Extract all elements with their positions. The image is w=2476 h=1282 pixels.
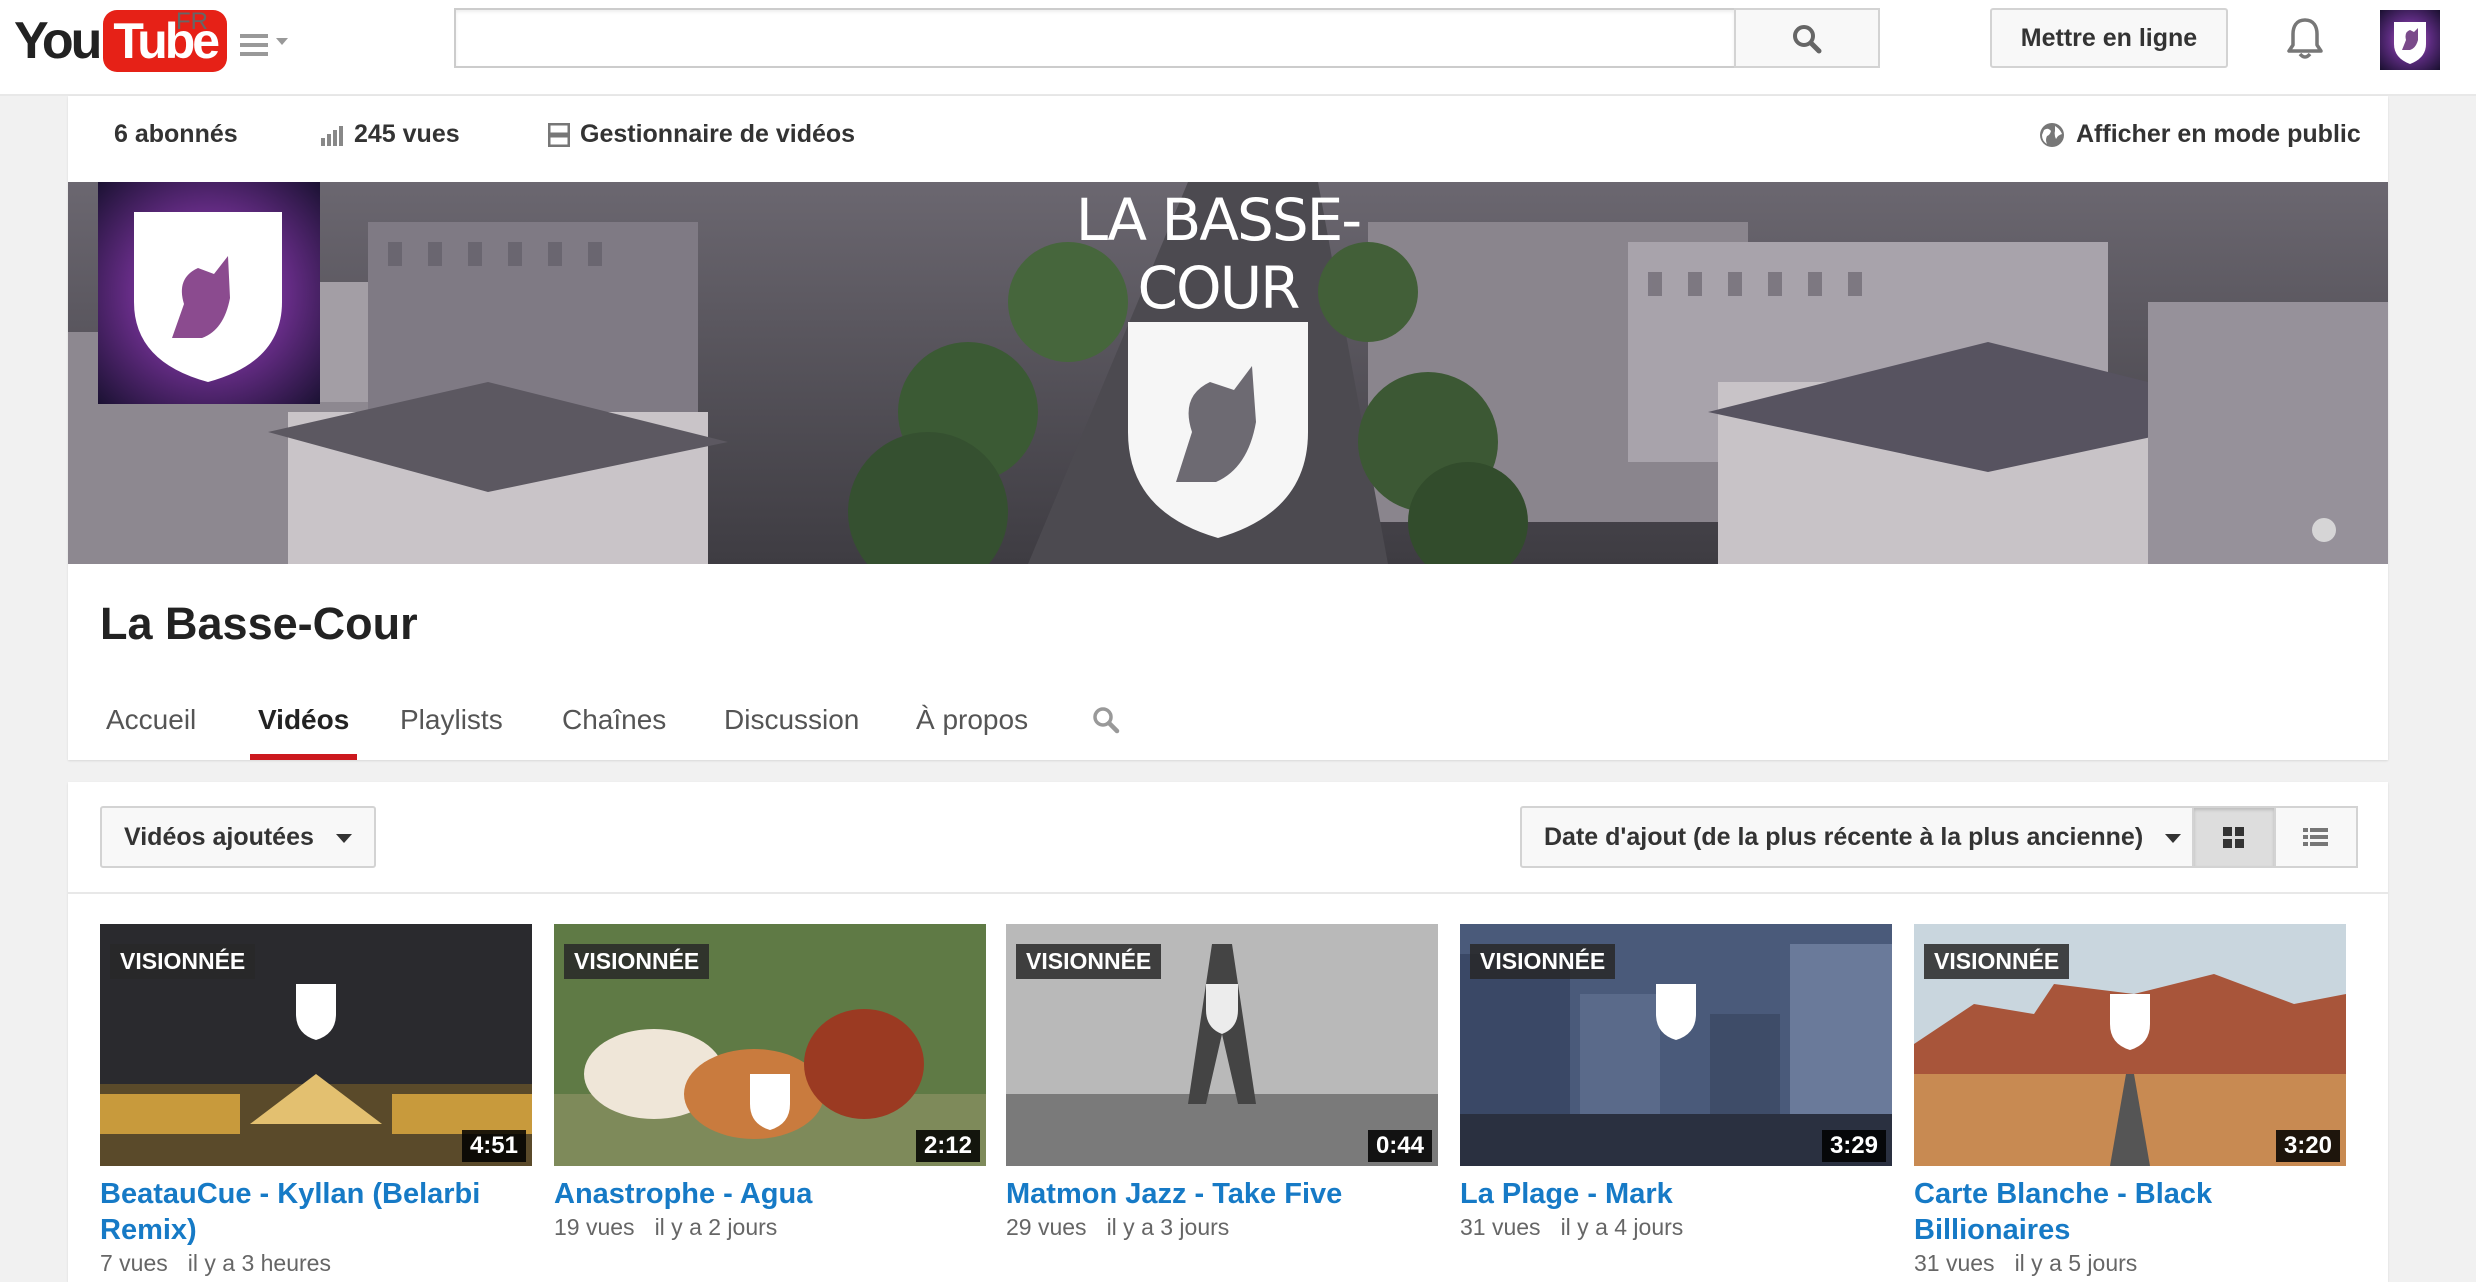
sort-label: Date d'ajout (de la plus récente à la pl… — [1544, 823, 2144, 851]
watched-badge: VISIONNÉE — [110, 944, 256, 979]
tab-channels[interactable]: Chaînes — [562, 704, 666, 760]
search-input[interactable] — [454, 8, 1734, 68]
video-thumbnail[interactable]: VISIONNÉE 0:44 — [1006, 924, 1438, 1166]
video-card[interactable]: VISIONNÉE 3:20 Carte Blanche - Black Bil… — [1914, 924, 2346, 1277]
video-thumbnail[interactable]: VISIONNÉE 2:12 — [554, 924, 986, 1166]
section-divider — [68, 892, 2388, 894]
watched-badge: VISIONNÉE — [564, 944, 710, 979]
channel-header: 6 abonnés 245 vues Gestionnaire de vidéo… — [68, 96, 2388, 760]
public-view-label: Afficher en mode public — [2076, 120, 2361, 148]
masthead: You Tube FR Mettre en ligne — [0, 0, 2476, 96]
chevron-down-icon — [2165, 833, 2182, 843]
watched-badge: VISIONNÉE — [1470, 944, 1616, 979]
video-meta: 29 vues il y a 3 jours — [1006, 1214, 1438, 1241]
video-duration: 3:29 — [1821, 1130, 1886, 1162]
menu-icon-bar — [240, 52, 268, 56]
list-icon — [2303, 828, 2328, 846]
video-manager-label: Gestionnaire de vidéos — [580, 120, 856, 148]
bar-chart-icon — [321, 126, 343, 147]
region-code: FR — [176, 8, 208, 35]
menu-icon — [240, 34, 268, 38]
rooster-avatar-icon — [2380, 10, 2440, 70]
sort-dropdown[interactable]: Date d'ajout (de la plus récente à la pl… — [1520, 806, 2206, 868]
video-meta: 19 vues il y a 2 jours — [554, 1214, 986, 1241]
video-duration: 3:20 — [2275, 1130, 2340, 1162]
video-views: 19 vues — [554, 1214, 635, 1240]
grid-icon — [2223, 827, 2244, 848]
tab-videos[interactable]: Vidéos — [250, 704, 358, 760]
video-age: il y a 3 jours — [1106, 1214, 1230, 1240]
search-icon — [1793, 25, 1822, 54]
tab-about[interactable]: À propos — [916, 704, 1028, 760]
public-view-link[interactable]: Afficher en mode public — [2038, 120, 2361, 149]
video-title[interactable]: Matmon Jazz - Take Five — [1006, 1176, 1438, 1212]
content-filter-dropdown[interactable]: Vidéos ajoutées — [100, 806, 376, 868]
video-thumbnail[interactable]: VISIONNÉE 4:51 — [100, 924, 532, 1166]
bell-icon — [2287, 18, 2323, 59]
channel-title[interactable]: La Basse-Cour — [100, 598, 418, 650]
logo-you-text: You — [14, 12, 102, 70]
video-duration: 0:44 — [1367, 1130, 1432, 1162]
search-icon[interactable] — [1090, 704, 1122, 736]
tab-home[interactable]: Accueil — [106, 704, 196, 760]
video-views: 31 vues — [1914, 1250, 1995, 1276]
video-manager-icon — [548, 123, 570, 148]
video-card[interactable]: VISIONNÉE 4:51 BeatauCue - Kyllan (Belar… — [100, 924, 532, 1277]
video-title[interactable]: BeatauCue - Kyllan (Belarbi Remix) — [100, 1176, 532, 1248]
video-age: il y a 5 jours — [2014, 1250, 2138, 1276]
tab-playlists[interactable]: Playlists — [400, 704, 503, 760]
chevron-down-icon — [335, 833, 352, 843]
videos-section: Vidéos ajoutées Date d'ajout (de la plus… — [68, 782, 2388, 1282]
video-title[interactable]: Anastrophe - Agua — [554, 1176, 986, 1212]
video-title[interactable]: Carte Blanche - Black Billionaires — [1914, 1176, 2346, 1248]
channel-tabs: Accueil Vidéos Playlists Chaînes Discuss… — [68, 692, 2388, 760]
content-filter-label: Vidéos ajoutées — [124, 823, 314, 851]
channel-banner: LA BASSE-COUR — [68, 182, 2388, 564]
channel-stats-bar: 6 abonnés 245 vues Gestionnaire de vidéo… — [68, 96, 2388, 182]
video-manager-link[interactable]: Gestionnaire de vidéos — [548, 120, 855, 149]
video-views: 29 vues — [1006, 1214, 1087, 1240]
account-avatar[interactable] — [2380, 10, 2440, 70]
video-title[interactable]: La Plage - Mark — [1460, 1176, 1892, 1212]
watched-badge: VISIONNÉE — [1924, 944, 2070, 979]
video-card[interactable]: VISIONNÉE 2:12 Anastrophe - Agua 19 vues… — [554, 924, 986, 1241]
video-meta: 31 vues il y a 4 jours — [1460, 1214, 1892, 1241]
view-count[interactable]: 245 vues — [320, 120, 460, 149]
video-views: 7 vues — [100, 1250, 168, 1276]
globe-icon — [2040, 123, 2064, 148]
notifications-button[interactable] — [2280, 14, 2330, 64]
grid-view-button[interactable] — [2192, 806, 2276, 868]
logo-tube-text: Tube — [103, 10, 228, 72]
video-duration: 2:12 — [915, 1130, 980, 1162]
video-age: il y a 3 heures — [187, 1250, 331, 1276]
video-duration: 4:51 — [461, 1130, 526, 1162]
video-age: il y a 2 jours — [654, 1214, 778, 1240]
video-card[interactable]: VISIONNÉE 0:44 Matmon Jazz - Take Five 2… — [1006, 924, 1438, 1241]
banner-wordmark: LA BASSE-COUR — [1075, 186, 1362, 322]
upload-button[interactable]: Mettre en ligne — [1990, 8, 2228, 68]
video-thumbnail[interactable]: VISIONNÉE 3:20 — [1914, 924, 2346, 1166]
chevron-down-icon — [276, 38, 288, 45]
view-count-label: 245 vues — [354, 120, 460, 148]
subscriber-count[interactable]: 6 abonnés — [114, 120, 238, 149]
video-card[interactable]: VISIONNÉE 3:29 La Plage - Mark 31 vues il… — [1460, 924, 1892, 1241]
watched-badge: VISIONNÉE — [1016, 944, 1162, 979]
list-view-button[interactable] — [2274, 806, 2358, 868]
video-age: il y a 4 jours — [1560, 1214, 1684, 1240]
search-button[interactable] — [1734, 8, 1880, 68]
tab-discussion[interactable]: Discussion — [724, 704, 859, 760]
menu-icon-bar — [240, 43, 268, 47]
video-views: 31 vues — [1460, 1214, 1541, 1240]
video-thumbnail[interactable]: VISIONNÉE 3:29 — [1460, 924, 1892, 1166]
guide-menu-button[interactable] — [236, 30, 288, 60]
